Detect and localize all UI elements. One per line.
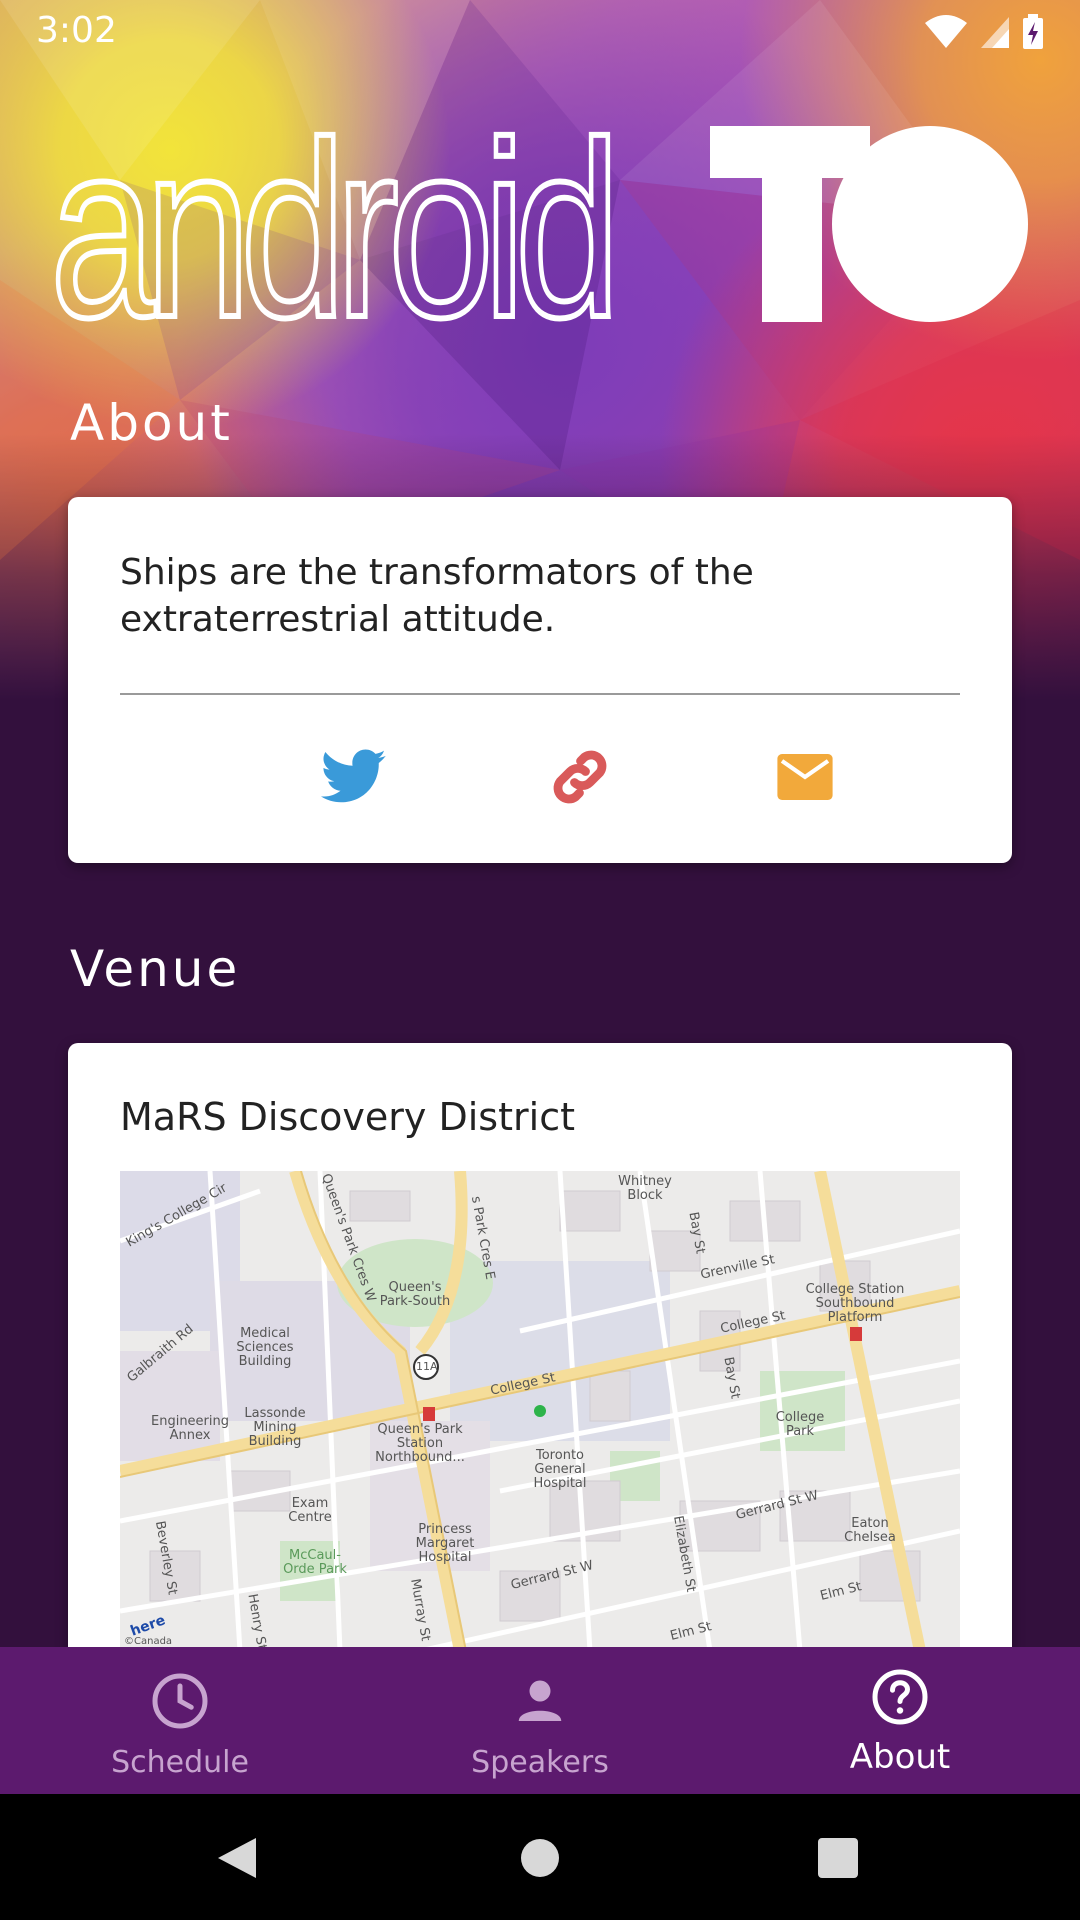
venue-section-title: Venue [70,940,241,998]
about-card: Ships are the transformators of the extr… [68,497,1012,863]
android-to-logo: android [50,120,1028,330]
system-navigation-bar [0,1794,1080,1920]
map-label: College Park [775,1410,825,1439]
website-link-button[interactable] [540,737,620,817]
map-label: College Station Southbound Platform [805,1282,905,1325]
venue-location-marker [534,1405,546,1417]
clock-icon [152,1673,208,1729]
twitter-icon [321,749,386,803]
map-label: Lassonde Mining Building [244,1406,306,1449]
map-label: Eaton Chelsea [844,1516,896,1545]
about-section-title: About [70,394,233,452]
twitter-button[interactable] [314,737,394,817]
map-label: McCaul-Orde Park [283,1548,347,1577]
battery-icon [1023,14,1043,49]
nav-schedule[interactable]: Schedule [0,1647,360,1794]
map-label: Queen's Park-South [379,1280,451,1309]
logo-o [832,126,1028,322]
status-time: 3:02 [36,10,117,51]
map-label: Engineering Annex [151,1414,229,1443]
venue-map[interactable]: Queen's Park-South College St College St… [120,1171,960,1651]
map-label: Queen's Park Station Northbound... [375,1422,465,1465]
about-divider [120,693,960,695]
mail-icon [777,754,833,800]
map-label: 11A [416,1360,438,1373]
map-label: Toronto General Hospital [533,1448,587,1491]
nav-speakers[interactable]: Speakers [360,1647,720,1794]
map-label: Whitney Block [618,1174,672,1203]
about-description: Ships are the transformators of the extr… [120,552,754,640]
recents-icon[interactable] [818,1838,858,1878]
wifi-icon [925,15,967,48]
back-icon[interactable] [216,1836,258,1880]
venue-name: MaRS Discovery District [120,1095,575,1139]
status-icons [924,14,1044,50]
nav-speakers-label: Speakers [471,1745,609,1780]
person-icon [518,1680,562,1721]
home-icon[interactable] [520,1838,560,1878]
bottom-navigation: Schedule Speakers About [0,1647,1080,1794]
map-label: Medical Sciences Building [236,1326,294,1369]
map-label: Exam Centre [288,1496,332,1525]
nav-schedule-label: Schedule [111,1745,249,1780]
logo-t-stem [762,126,822,322]
nav-about-label: About [849,1737,951,1777]
email-button[interactable] [765,737,845,817]
map-label: Princess Margaret Hospital [415,1522,475,1565]
help-circle-icon [872,1669,928,1725]
signal-icon [981,17,1009,48]
logo-android-text: android [50,120,610,330]
venue-card: MaRS Discovery District Queen's Park-Sou… [68,1043,1012,1743]
link-icon [553,750,607,804]
status-bar: 3:02 [0,0,1080,66]
nav-about[interactable]: About [720,1647,1080,1794]
